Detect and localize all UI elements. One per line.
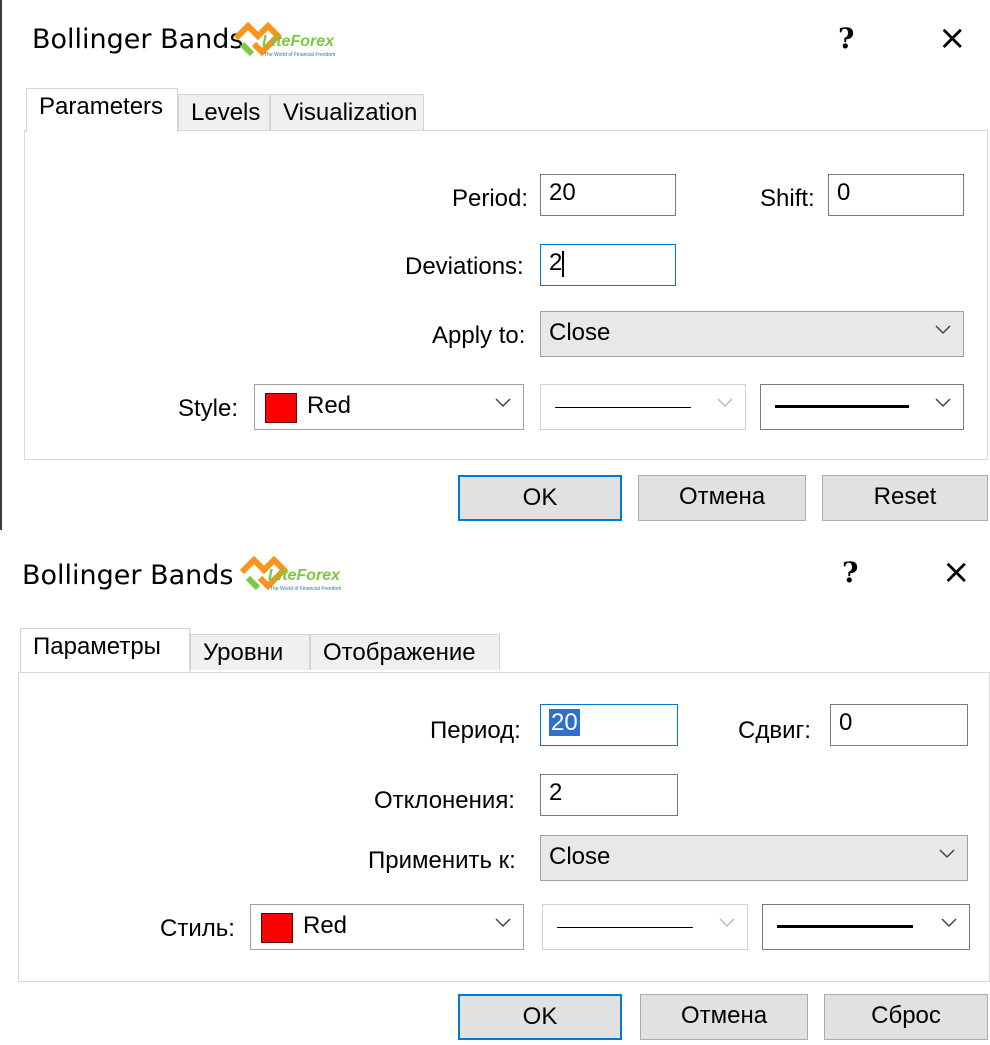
- svg-text:The World of Financial Freedom: The World of Financial Freedom: [270, 586, 341, 592]
- dialog-title: Bollinger Bands: [32, 24, 244, 55]
- cancel-button[interactable]: Отмена: [638, 475, 806, 521]
- chevron-down-icon: [495, 398, 511, 408]
- ok-button[interactable]: OK: [458, 475, 622, 521]
- shift-input[interactable]: 0: [830, 704, 968, 746]
- deviations-label: Отклонения:: [374, 787, 515, 814]
- deviations-value: 2: [549, 249, 563, 276]
- line-width-icon: [777, 925, 913, 928]
- tab-strip: Параметры Уровни Отображение: [20, 628, 500, 674]
- chevron-down-icon: [935, 325, 951, 335]
- color-swatch: [265, 393, 297, 423]
- tab-visualization[interactable]: Visualization: [270, 94, 424, 130]
- deviations-input[interactable]: 2: [540, 774, 678, 816]
- style-label: Style:: [178, 395, 239, 422]
- liteforex-logo: LiteForex The World of Financial Freedom: [239, 555, 341, 592]
- dialog-title: Bollinger Bands: [22, 560, 234, 591]
- chevron-down-icon: [941, 918, 957, 928]
- tab-levels[interactable]: Levels: [178, 94, 270, 130]
- tab-parameters[interactable]: Parameters: [26, 88, 178, 132]
- apply-to-value: Close: [549, 843, 611, 870]
- line-style-select[interactable]: [542, 904, 748, 950]
- apply-to-select[interactable]: Close: [540, 311, 964, 357]
- shift-label: Сдвиг:: [738, 717, 811, 744]
- title-bar: Bollinger Bands LiteForex The World of F…: [0, 540, 990, 620]
- svg-text:The World of Financial Freedom: The World of Financial Freedom: [264, 52, 335, 58]
- color-select[interactable]: Red: [250, 904, 524, 950]
- apply-to-value: Close: [549, 319, 611, 346]
- line-width-icon: [775, 405, 909, 408]
- line-width-select[interactable]: [760, 384, 964, 430]
- chevron-down-icon: [495, 918, 511, 928]
- cancel-button[interactable]: Отмена: [640, 994, 808, 1040]
- chevron-down-icon: [717, 398, 733, 408]
- svg-text:LiteForex: LiteForex: [268, 567, 341, 584]
- period-input[interactable]: 20: [540, 174, 676, 216]
- ok-button[interactable]: OK: [458, 994, 622, 1040]
- chevron-down-icon: [939, 849, 955, 859]
- deviations-input[interactable]: 2: [540, 244, 676, 286]
- shift-input[interactable]: 0: [828, 174, 964, 216]
- close-button[interactable]: ×: [938, 18, 967, 58]
- help-button[interactable]: ?: [842, 556, 858, 589]
- help-button[interactable]: ?: [838, 22, 854, 55]
- line-style-select[interactable]: [540, 384, 746, 430]
- shift-label: Shift:: [760, 185, 815, 212]
- line-style-icon: [557, 927, 693, 928]
- title-bar: Bollinger Bands LiteForex The World of F…: [0, 0, 990, 80]
- apply-to-select[interactable]: Close: [540, 835, 968, 881]
- line-style-icon: [555, 407, 691, 408]
- close-button[interactable]: ×: [942, 552, 971, 592]
- chevron-down-icon: [935, 398, 951, 408]
- period-label: Период:: [430, 717, 521, 744]
- apply-to-label: Применить к:: [368, 847, 516, 874]
- period-label: Period:: [452, 185, 529, 212]
- tab-visualization[interactable]: Отображение: [310, 634, 500, 670]
- reset-button[interactable]: Сброс: [824, 994, 988, 1040]
- line-width-select[interactable]: [762, 904, 970, 950]
- color-name: Red: [303, 912, 348, 939]
- text-caret: [562, 250, 565, 277]
- dialog-english: Bollinger Bands LiteForex The World of F…: [0, 0, 990, 530]
- color-select[interactable]: Red: [254, 384, 524, 430]
- liteforex-logo: LiteForex The World of Financial Freedom: [233, 21, 335, 58]
- dialog-russian: Bollinger Bands LiteForex The World of F…: [0, 540, 990, 1045]
- reset-button[interactable]: Reset: [822, 475, 988, 521]
- color-swatch: [261, 913, 293, 943]
- chevron-down-icon: [719, 918, 735, 928]
- period-input[interactable]: 20: [540, 704, 678, 746]
- style-label: Стиль:: [160, 915, 235, 942]
- period-value: 20: [549, 709, 580, 736]
- tab-parameters[interactable]: Параметры: [20, 628, 190, 672]
- deviations-label: Deviations:: [405, 253, 524, 280]
- tab-levels[interactable]: Уровни: [190, 634, 310, 670]
- color-name: Red: [307, 392, 352, 419]
- svg-text:LiteForex: LiteForex: [262, 33, 335, 50]
- apply-to-label: Apply to:: [432, 322, 526, 349]
